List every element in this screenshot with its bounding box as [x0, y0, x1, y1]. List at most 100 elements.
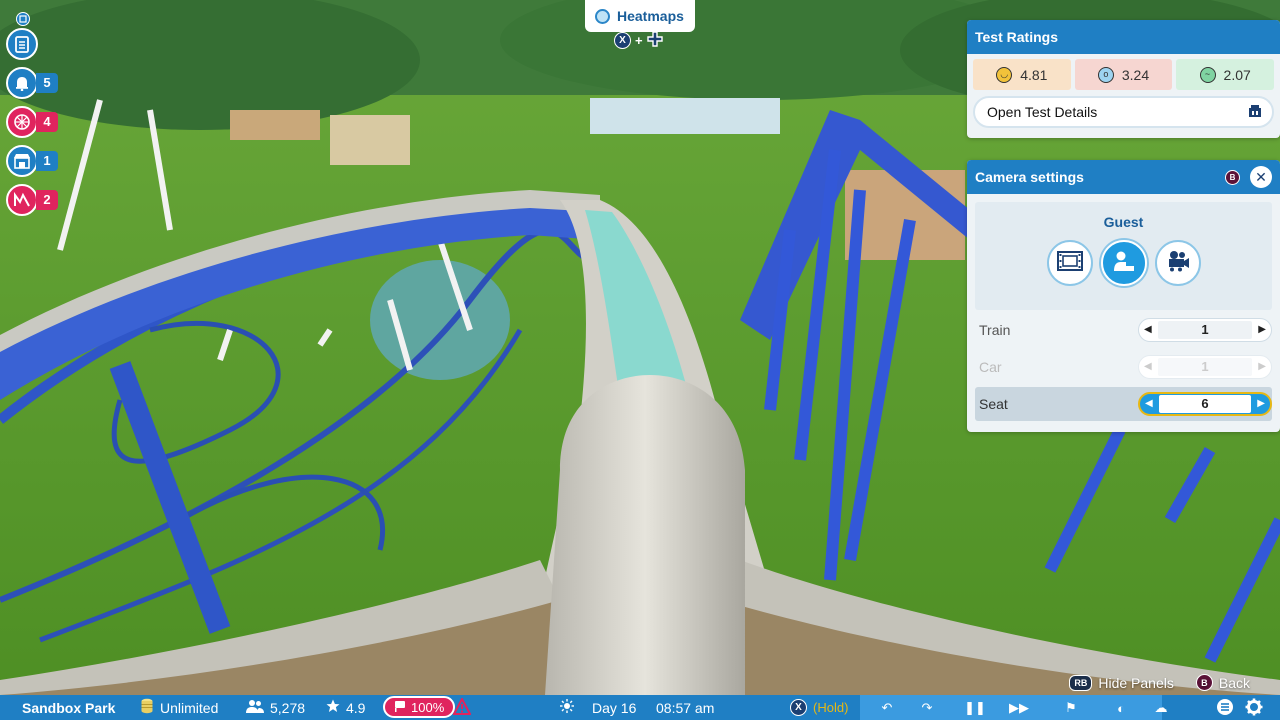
- visibility-icon[interactable]: ⚑: [1062, 699, 1080, 717]
- seat-setting-row: Seat ◀ 6 ▶: [975, 387, 1272, 421]
- notifications-count: 5: [36, 73, 58, 93]
- notifications-button[interactable]: 5: [6, 67, 62, 99]
- bell-icon: [6, 67, 38, 99]
- park-rating-display[interactable]: 4.9: [326, 699, 365, 716]
- excitement-value: 4.81: [1020, 66, 1048, 83]
- nausea-face-icon: ~: [1199, 66, 1216, 83]
- close-icon[interactable]: ✕: [1250, 166, 1272, 188]
- guests-value: 5,278: [270, 699, 306, 716]
- menu-icon[interactable]: [1216, 698, 1234, 719]
- money-value: Unlimited: [160, 699, 219, 716]
- shop-icon: [6, 145, 38, 177]
- park-name[interactable]: Sandbox Park: [22, 700, 115, 716]
- train-label: Train: [979, 322, 1011, 338]
- seat-value: 6: [1158, 395, 1252, 413]
- open-test-details-label: Open Test Details: [987, 104, 1098, 120]
- time-value: 08:57 am: [656, 699, 715, 716]
- heatmaps-label: Heatmaps: [617, 8, 684, 24]
- intensity-value: 3.24: [1121, 66, 1150, 83]
- x-button-icon: X: [614, 32, 631, 49]
- intensity-face-icon: o: [1097, 66, 1114, 83]
- camera-settings-panel: Camera settings B ✕ Guest Train ◀ 1 ▶ Ca…: [967, 160, 1280, 432]
- camera-mode-box: Guest: [975, 202, 1272, 310]
- train-camera-icon: [1166, 250, 1190, 277]
- park-rating-value: 4.9: [346, 699, 366, 716]
- cinematic-camera-button[interactable]: [1046, 240, 1093, 286]
- heatmaps-shortcut-hint: X +: [614, 31, 663, 50]
- intensity-rating: o 3.24: [1074, 59, 1173, 90]
- coaster-alert-count: 4: [36, 112, 58, 132]
- bottom-status-bar: Sandbox Park Unlimited 5,278 4.9 100% Da…: [0, 695, 1280, 720]
- staff-alert-icon: [6, 184, 38, 216]
- day-cycle-icon[interactable]: ◐: [1112, 699, 1130, 717]
- coaster-alert-icon: [6, 106, 38, 138]
- staff-alert-button[interactable]: 2: [6, 184, 62, 216]
- ride-camera-button[interactable]: [1154, 240, 1201, 286]
- back-hint[interactable]: B Back: [1195, 674, 1250, 691]
- guest-rider-icon: [1112, 249, 1136, 278]
- controller-hints: RB Hide Panels B Back: [1069, 674, 1250, 691]
- weather-toggle-icon[interactable]: ☁: [1152, 699, 1170, 717]
- test-ratings-panel: Test Ratings ◡ 4.81 o 3.24 ~ 2.07 Open T…: [967, 20, 1280, 138]
- sun-icon: [560, 699, 574, 716]
- guests-display[interactable]: 5,278: [246, 699, 305, 716]
- car-setting-row: Car ◀ 1 ▶: [975, 350, 1272, 384]
- day-value: Day 16: [592, 699, 637, 716]
- coins-icon: [140, 698, 154, 717]
- chevron-left-icon[interactable]: ◀: [1144, 325, 1152, 335]
- chevron-right-icon[interactable]: ▶: [1258, 325, 1266, 335]
- star-icon: [326, 699, 340, 716]
- train-value: 1: [1157, 321, 1253, 339]
- chevron-right-icon: ▶: [1258, 361, 1266, 372]
- chevron-left-icon: ◀: [1144, 361, 1152, 372]
- camera-settings-title: Camera settings: [975, 169, 1084, 185]
- open-test-details-button[interactable]: Open Test Details: [973, 96, 1274, 128]
- car-label: Car: [979, 359, 1002, 375]
- staff-alert-count: 2: [36, 190, 58, 210]
- dpad-icon: [646, 31, 663, 50]
- pause-icon[interactable]: ❚❚: [964, 699, 986, 717]
- plus-sign: +: [635, 33, 643, 48]
- hide-panels-hint[interactable]: RB Hide Panels: [1069, 674, 1174, 691]
- gear-icon[interactable]: [1245, 698, 1263, 719]
- weather-display[interactable]: [560, 699, 574, 716]
- collapse-notifications-icon[interactable]: [16, 12, 30, 26]
- test-ratings-title: Test Ratings: [967, 20, 1280, 54]
- excitement-face-icon: ◡: [996, 66, 1013, 83]
- train-stepper[interactable]: ◀ 1 ▶: [1138, 318, 1272, 342]
- nausea-rating: ~ 2.07: [1176, 59, 1275, 90]
- clipboard-button[interactable]: [6, 28, 62, 60]
- chevron-right-icon[interactable]: ▶: [1257, 399, 1265, 409]
- rb-button-icon: RB: [1069, 674, 1093, 691]
- hold-label: (Hold): [813, 700, 849, 715]
- seat-stepper[interactable]: ◀ 6 ▶: [1138, 392, 1272, 416]
- notification-column: 5 4 1 2: [6, 12, 66, 223]
- heatmaps-button[interactable]: Heatmaps: [585, 0, 695, 32]
- shop-alert-button[interactable]: 1: [6, 145, 62, 177]
- heatmaps-icon: [595, 8, 610, 24]
- coaster-alert-button[interactable]: 4: [6, 106, 62, 138]
- b-button-icon: B: [1225, 169, 1240, 185]
- x-button-icon: X: [790, 699, 807, 716]
- chevron-left-icon[interactable]: ◀: [1145, 399, 1153, 409]
- train-setting-row: Train ◀ 1 ▶: [975, 313, 1272, 347]
- film-icon: [1056, 250, 1083, 276]
- nausea-value: 2.07: [1223, 66, 1251, 83]
- b-button-icon: B: [1195, 674, 1213, 691]
- guests-icon: [246, 699, 264, 716]
- excitement-rating: ◡ 4.81: [973, 59, 1071, 90]
- shop-alert-count: 1: [36, 151, 58, 171]
- car-value: 1: [1157, 358, 1253, 376]
- time-controls: ↶ ↷ ❚❚ ▶▶ ⚑ ◐ ☁: [860, 695, 1168, 720]
- warning-icon[interactable]: [452, 696, 472, 718]
- undo-icon[interactable]: ↶: [878, 699, 896, 717]
- hide-panels-label: Hide Panels: [1098, 674, 1174, 691]
- money-display[interactable]: Unlimited: [140, 698, 218, 717]
- redo-icon[interactable]: ↷: [918, 699, 936, 717]
- car-stepper: ◀ 1 ▶: [1138, 355, 1272, 379]
- camera-mode-label: Guest: [1103, 214, 1144, 230]
- fast-forward-icon[interactable]: ▶▶: [1009, 699, 1029, 717]
- research-pill[interactable]: 100%: [383, 696, 456, 718]
- guest-camera-button[interactable]: [1100, 240, 1147, 286]
- flag-icon: [394, 700, 406, 715]
